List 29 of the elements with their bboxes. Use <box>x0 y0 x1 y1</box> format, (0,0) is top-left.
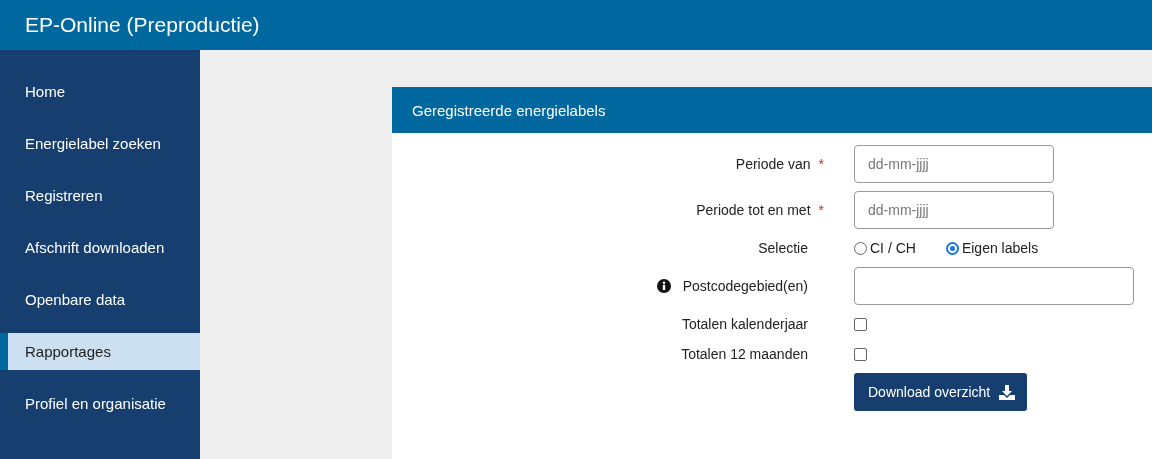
field-label: Postcodegebied(en) <box>682 278 808 294</box>
date-field[interactable]: dd-mm-jjjj <box>854 191 1054 229</box>
radio-button[interactable] <box>854 241 867 255</box>
required-mark: * <box>818 156 824 172</box>
nav-item[interactable]: Profiel en organisatie <box>0 385 200 422</box>
field-label: Periode van <box>735 156 811 172</box>
radio-button[interactable] <box>945 241 959 255</box>
text-field[interactable] <box>854 267 1134 305</box>
required-mark: * <box>818 202 824 218</box>
date-field[interactable]: dd-mm-jjjj <box>854 145 1054 183</box>
info-icon[interactable] <box>656 279 671 293</box>
download-button[interactable]: Download overzicht <box>854 373 1028 411</box>
checkbox[interactable] <box>854 317 867 331</box>
nav-item[interactable]: Registreren <box>0 177 200 214</box>
radio-label[interactable]: Eigen labels <box>961 240 1039 256</box>
nav-item[interactable]: Energielabel zoeken <box>0 125 200 162</box>
field-label: Selectie <box>758 240 808 256</box>
card-title: Geregistreerde energielabels <box>412 101 606 119</box>
field-label: Totalen kalenderjaar <box>681 316 808 332</box>
nav-item[interactable]: Rapportages <box>0 333 200 370</box>
field-label: Totalen 12 maanden <box>681 346 808 362</box>
nav-item[interactable]: Afschrift downloaden <box>0 229 200 266</box>
nav-item[interactable]: Home <box>0 73 200 110</box>
download-icon <box>999 384 1016 400</box>
nav-item[interactable]: Openbare data <box>0 281 200 318</box>
field-label: Periode tot en met <box>696 202 811 218</box>
checkbox[interactable] <box>854 347 867 361</box>
app-title: EP-Online (Preproductie) <box>25 13 260 37</box>
radio-label[interactable]: CI / CH <box>870 240 916 256</box>
